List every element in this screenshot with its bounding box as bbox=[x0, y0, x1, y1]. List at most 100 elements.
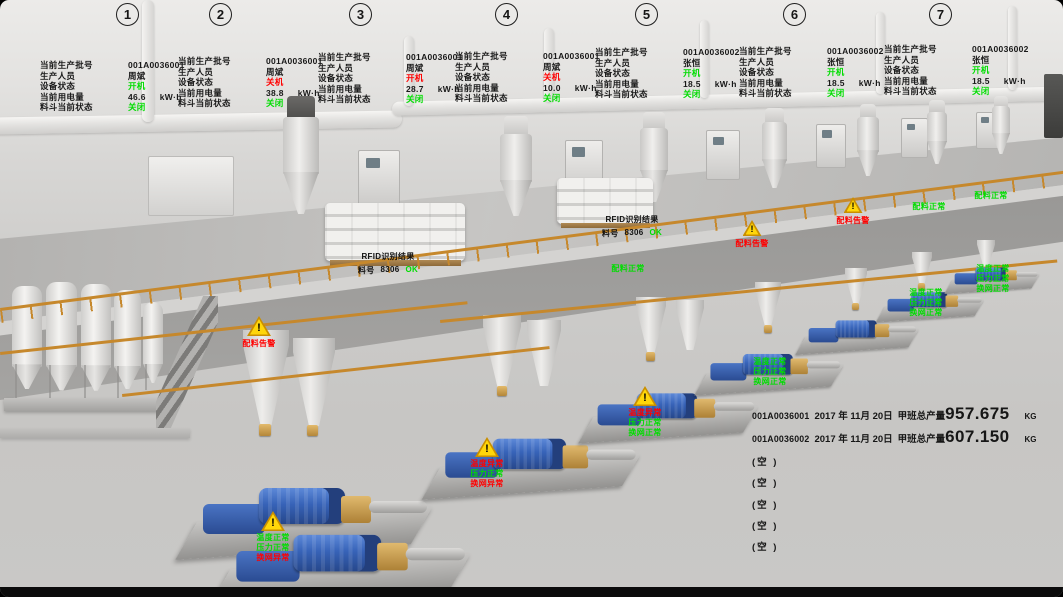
storage-silo[interactable] bbox=[143, 302, 163, 390]
hopper-status-label: 料斗当前状态 bbox=[884, 86, 972, 97]
feed-hopper[interactable] bbox=[293, 338, 335, 426]
empty-slot: (空 ) bbox=[752, 475, 1040, 496]
temp-status: 温度正常 bbox=[976, 264, 1009, 274]
control-cabinet-5[interactable] bbox=[816, 124, 846, 168]
screen-changer-status: 换网正常 bbox=[753, 377, 786, 387]
operator-value: 周斌 bbox=[543, 62, 561, 73]
device-status-label: 设备状态 bbox=[178, 77, 266, 88]
rfid-item-no: 8306 bbox=[625, 228, 644, 239]
operator-value: 周斌 bbox=[266, 67, 284, 78]
valve[interactable] bbox=[307, 425, 318, 436]
extruder-status-line1[interactable]: ! 温度正常 压力正常 换网异常 bbox=[244, 511, 302, 563]
operator-label: 生产人员 bbox=[739, 57, 827, 68]
valve[interactable] bbox=[764, 325, 772, 333]
valve[interactable] bbox=[259, 424, 271, 436]
mixer-cabinet[interactable] bbox=[148, 156, 234, 216]
cyclone-body bbox=[500, 134, 532, 182]
cyclone-separator-2[interactable] bbox=[500, 116, 532, 216]
feed-hopper[interactable] bbox=[527, 320, 561, 386]
pressure-status: 压力正常 bbox=[976, 274, 1009, 284]
rfid-item-no: 8306 bbox=[381, 265, 400, 276]
cyclone-separator-5[interactable] bbox=[857, 104, 879, 176]
pressure-status: 压力正常 bbox=[628, 418, 661, 428]
cyclone-cone bbox=[283, 172, 319, 214]
staircase[interactable] bbox=[156, 296, 218, 428]
extruder-status-line3[interactable]: ! 温度异常 压力正常 换网正常 bbox=[616, 386, 674, 438]
cyclone-body bbox=[762, 122, 787, 160]
power-unit: kW·h bbox=[298, 88, 320, 99]
barrel bbox=[586, 450, 635, 460]
silo-base bbox=[0, 428, 190, 438]
hopper-status-label: 料斗当前状态 bbox=[739, 88, 827, 99]
batching-alarm-3[interactable]: ! 配料告警 bbox=[824, 197, 882, 226]
temp-status: 温度异常 bbox=[628, 408, 661, 418]
gearbox bbox=[563, 445, 589, 468]
motor bbox=[293, 535, 381, 572]
batching-alarm-1[interactable]: ! 配料告警 bbox=[230, 316, 288, 349]
silo-legs bbox=[145, 364, 161, 390]
hopper-status-label: 料斗当前状态 bbox=[595, 89, 683, 100]
cyclone-separator-7[interactable] bbox=[992, 96, 1010, 154]
cyclone-cap bbox=[504, 116, 528, 136]
extruder-status-line2[interactable]: ! 温度异常 压力正常 换网异常 bbox=[458, 437, 516, 489]
power-label: 当前用电量 bbox=[739, 78, 827, 89]
control-cabinet-2[interactable] bbox=[358, 150, 400, 208]
hopper-status-label: 料斗当前状态 bbox=[40, 102, 128, 113]
cyclone-body bbox=[927, 112, 947, 143]
line-number-4: 4 bbox=[495, 3, 518, 26]
cyclone-body bbox=[640, 128, 668, 171]
operator-value: 周斌 bbox=[406, 63, 424, 74]
cyclone-separator-1[interactable] bbox=[283, 96, 319, 214]
power-value: 18.5 bbox=[972, 76, 990, 87]
feed-hopper[interactable] bbox=[845, 268, 867, 304]
barrel bbox=[406, 548, 465, 560]
rfid-status: OK bbox=[650, 228, 663, 239]
power-unit: kW·h bbox=[575, 83, 597, 94]
cyclone-separator-6[interactable] bbox=[927, 100, 947, 164]
gearbox bbox=[377, 543, 408, 571]
rfid-status: OK bbox=[406, 265, 419, 276]
hopper-status-value: 关闭 bbox=[266, 98, 284, 109]
pressure-status: 压力正常 bbox=[753, 367, 786, 377]
valve[interactable] bbox=[646, 352, 655, 361]
total-unit: KG bbox=[1024, 412, 1040, 421]
line-number-5: 5 bbox=[635, 3, 658, 26]
power-unit: kW·h bbox=[1004, 76, 1026, 87]
extruder-status-line7[interactable]: 温度正常 压力正常 换网正常 bbox=[964, 264, 1022, 294]
operator-label: 生产人员 bbox=[318, 63, 406, 74]
barrel bbox=[714, 402, 755, 410]
device-status-label: 设备状态 bbox=[40, 81, 128, 92]
temp-status: 温度正常 bbox=[256, 533, 289, 543]
batching-alarm-2[interactable]: ! 配料告警 bbox=[723, 220, 781, 249]
bottom-bar bbox=[0, 587, 1063, 597]
cyclone-body bbox=[992, 106, 1010, 134]
operator-label: 生产人员 bbox=[40, 71, 128, 82]
total-value: 957.675 bbox=[945, 404, 1009, 424]
valve[interactable] bbox=[497, 386, 507, 396]
extruder-status-line4[interactable]: 温度正常 压力正常 换网正常 bbox=[741, 357, 799, 387]
device-status-label: 设备状态 bbox=[318, 73, 406, 84]
cyclone-cone bbox=[500, 180, 532, 216]
batch-value: 001A0036002 bbox=[972, 44, 1029, 55]
power-value: 18.5 bbox=[827, 78, 845, 89]
rfid-result-2: RFID识别结果 料号8306OK bbox=[589, 214, 675, 239]
power-label: 当前用电量 bbox=[884, 76, 972, 87]
extruder-status-line6[interactable]: 温度正常 压力正常 换网正常 bbox=[897, 288, 955, 318]
barrel bbox=[888, 327, 916, 333]
barrel bbox=[807, 361, 841, 368]
line-info-panel-6: 当前生产批号001A0036002 生产人员张恒 设备状态开机 当前用电量18.… bbox=[739, 46, 893, 99]
operator-value: 张恒 bbox=[972, 55, 990, 66]
line-info-panel-7: 当前生产批号001A0036002 生产人员张恒 设备状态开机 当前用电量18.… bbox=[884, 44, 1038, 97]
control-cabinet-4[interactable] bbox=[706, 130, 740, 180]
empty-slot: (空 ) bbox=[752, 539, 1040, 560]
control-cabinet-6[interactable] bbox=[901, 118, 928, 158]
power-unit: kW·h bbox=[859, 78, 881, 89]
line-number-text: 4 bbox=[503, 7, 510, 22]
feed-hopper[interactable] bbox=[636, 297, 666, 353]
total-value: 607.150 bbox=[945, 427, 1009, 447]
operator-label: 生产人员 bbox=[884, 55, 972, 66]
cyclone-separator-4[interactable] bbox=[762, 108, 787, 188]
total-batch: 001A0036002 bbox=[752, 434, 809, 444]
batch-label: 当前生产批号 bbox=[178, 56, 266, 67]
line-number-3: 3 bbox=[349, 3, 372, 26]
